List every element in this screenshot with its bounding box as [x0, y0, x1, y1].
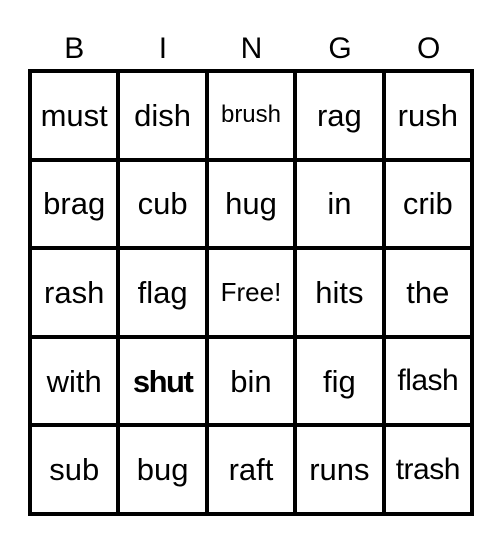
bingo-cell[interactable]: dish [120, 73, 205, 158]
bingo-cell-highlighted[interactable]: shut [120, 338, 205, 424]
header-letter-b: B [64, 32, 85, 65]
bingo-cell[interactable]: in [297, 161, 382, 247]
bingo-header: B I N G O [30, 30, 473, 68]
header-letter-g: G [328, 32, 352, 65]
bingo-cell[interactable]: hits [297, 250, 382, 335]
bingo-cell[interactable]: rash [32, 250, 117, 335]
bingo-cell[interactable]: the [385, 250, 470, 335]
bingo-cell[interactable]: brag [32, 161, 117, 247]
bingo-cell[interactable]: bin [208, 338, 294, 424]
bingo-grid: must dish brush rag rush brag cub hug in… [28, 69, 474, 516]
bingo-cell[interactable]: raft [208, 427, 294, 512]
bingo-cell[interactable]: crib [385, 161, 470, 247]
bingo-cell[interactable]: cub [120, 161, 205, 247]
header-letter-o: O [417, 32, 441, 65]
bingo-cell[interactable]: bug [120, 427, 205, 512]
bingo-cell[interactable]: rag [297, 73, 382, 158]
free-space-cell[interactable]: Free! [208, 250, 294, 335]
bingo-cell[interactable]: must [32, 73, 117, 158]
bingo-cell[interactable]: rush [385, 73, 470, 158]
bingo-cell[interactable]: flag [120, 250, 205, 335]
bingo-cell[interactable]: brush [208, 73, 294, 158]
header-letter-n: N [240, 32, 263, 65]
bingo-card: B I N G O must dish brush rag rush brag … [0, 0, 502, 544]
bingo-cell[interactable]: hug [208, 161, 294, 247]
bingo-cell[interactable]: runs [297, 427, 382, 512]
header-letter-i: I [158, 32, 168, 65]
bingo-cell[interactable]: trash [385, 427, 470, 512]
bingo-cell[interactable]: with [32, 338, 117, 424]
bingo-cell[interactable]: flash [385, 338, 470, 424]
bingo-cell[interactable]: sub [32, 427, 117, 512]
bingo-cell[interactable]: fig [297, 338, 382, 424]
